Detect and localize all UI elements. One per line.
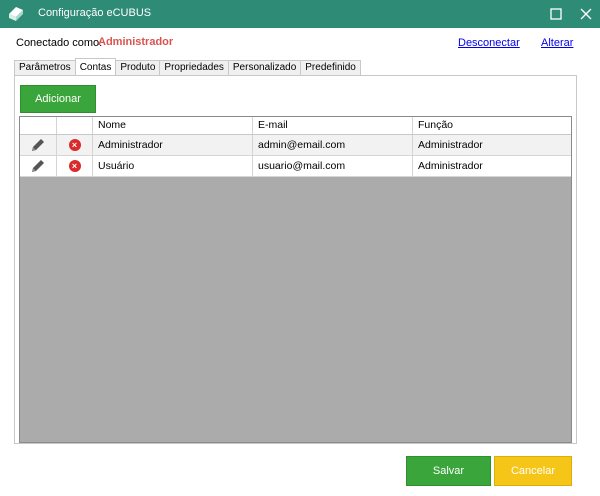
cell-email: admin@email.com xyxy=(252,135,412,155)
cell-email: usuario@mail.com xyxy=(252,156,412,176)
close-button[interactable] xyxy=(571,0,600,28)
accounts-panel: Adicionar Nome E-mail Função × Administr… xyxy=(14,75,577,444)
tab-parametros[interactable]: Parâmetros xyxy=(14,60,76,75)
save-button[interactable]: Salvar xyxy=(406,456,491,486)
tab-propriedades[interactable]: Propriedades xyxy=(159,60,229,75)
window-title: Configuração eCUBUS xyxy=(38,7,152,19)
header-role[interactable]: Função xyxy=(412,117,571,134)
change-link[interactable]: Alterar xyxy=(541,37,573,49)
header-delete-column xyxy=(56,117,92,134)
header-edit-column xyxy=(20,117,56,134)
edit-button[interactable] xyxy=(20,156,56,176)
tab-predefinido[interactable]: Predefinido xyxy=(300,60,361,75)
tab-produto[interactable]: Produto xyxy=(115,60,161,75)
pencil-icon xyxy=(32,139,44,151)
delete-button[interactable]: × xyxy=(56,135,92,155)
delete-icon: × xyxy=(68,160,81,172)
tab-contas[interactable]: Contas xyxy=(74,58,117,75)
title-bar: Configuração eCUBUS xyxy=(0,0,600,28)
tab-strip: Parâmetros Contas Produto Propriedades P… xyxy=(14,58,361,75)
cancel-button[interactable]: Cancelar xyxy=(494,456,572,486)
table-row[interactable]: × Usuário usuario@mail.com Administrador xyxy=(20,156,571,177)
delete-icon: × xyxy=(68,139,81,151)
table-row[interactable]: × Administrador admin@email.com Administ… xyxy=(20,135,571,156)
close-icon xyxy=(580,8,592,20)
cell-name: Administrador xyxy=(92,135,252,155)
maximize-button[interactable] xyxy=(541,0,571,28)
cell-role: Administrador xyxy=(412,156,571,176)
maximize-icon xyxy=(550,8,562,20)
add-account-button[interactable]: Adicionar xyxy=(20,85,96,113)
disconnect-link[interactable]: Desconectar xyxy=(458,37,520,49)
connected-as-label: Conectado como: xyxy=(16,37,103,49)
connected-user-name: Administrador xyxy=(98,36,174,48)
header-email[interactable]: E-mail xyxy=(252,117,412,134)
grid-header: Nome E-mail Função xyxy=(20,117,571,135)
edit-button[interactable] xyxy=(20,135,56,155)
cell-role: Administrador xyxy=(412,135,571,155)
delete-button[interactable]: × xyxy=(56,156,92,176)
pencil-icon xyxy=(32,160,44,172)
cell-name: Usuário xyxy=(92,156,252,176)
header-name[interactable]: Nome xyxy=(92,117,252,134)
ecubus-logo xyxy=(9,7,23,21)
tab-personalizado[interactable]: Personalizado xyxy=(227,60,302,75)
accounts-grid: Nome E-mail Função × Administrador admin… xyxy=(19,116,572,443)
